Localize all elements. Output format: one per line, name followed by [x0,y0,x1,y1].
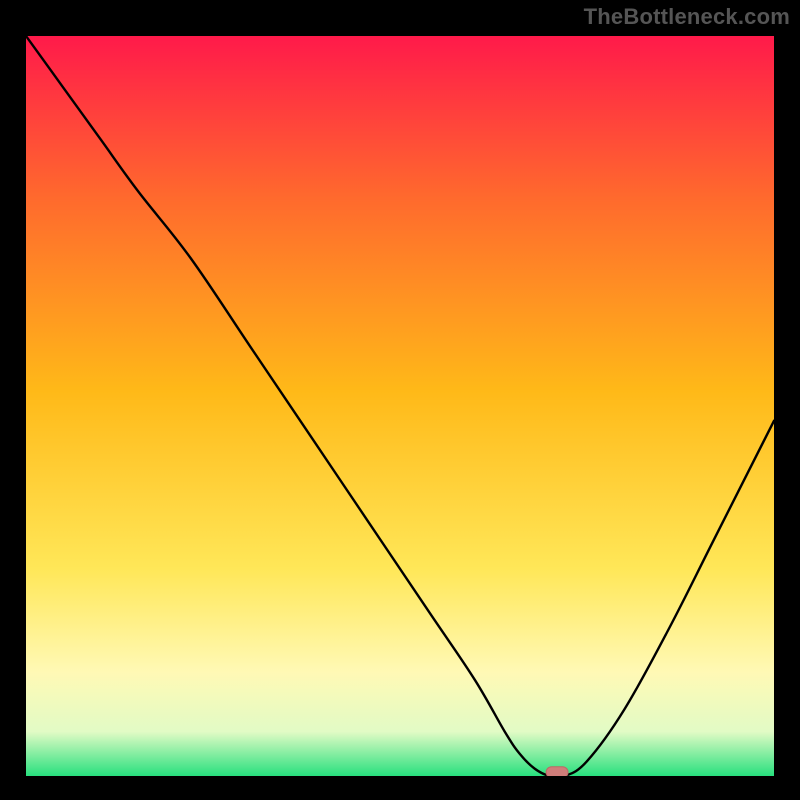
watermark-text: TheBottleneck.com [584,4,790,30]
minimum-marker [546,767,568,776]
chart-frame: TheBottleneck.com [0,0,800,800]
bottleneck-plot-svg [26,36,774,776]
gradient-background [26,36,774,776]
plot-area [26,36,774,776]
